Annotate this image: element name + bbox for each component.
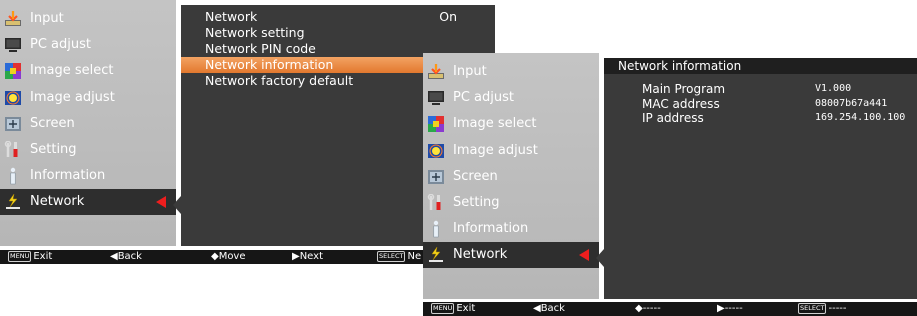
setting-icon bbox=[427, 193, 445, 212]
menu-item-label: Information bbox=[30, 168, 106, 184]
menu-item-label: PC adjust bbox=[453, 90, 514, 106]
menu-item-label: Network bbox=[30, 194, 85, 210]
menu-item-pc-adjust[interactable]: PC adjust bbox=[0, 32, 176, 58]
network-icon bbox=[427, 246, 445, 264]
menu-key-icon: MENU bbox=[431, 303, 455, 314]
info-label: IP address bbox=[642, 111, 704, 125]
status-bar-back: MENU Exit ◀Back ◆Move ▶Next SELECT Ne bbox=[0, 250, 495, 264]
select-key-icon: SELECT bbox=[377, 251, 406, 262]
menu-item-image-select[interactable]: Image select bbox=[0, 58, 176, 84]
menu-item-input[interactable]: Input bbox=[0, 6, 176, 32]
image-select-icon bbox=[4, 62, 22, 80]
move-hint: ◆----- bbox=[635, 303, 661, 314]
status-bar-front: MENU Exit ◀Back ◆----- ▶----- SELECT ----- bbox=[423, 302, 917, 316]
input-icon bbox=[4, 10, 22, 28]
back-hint: ◀Back bbox=[110, 251, 142, 262]
info-value: V1.000 bbox=[815, 83, 852, 94]
selection-arrow-icon bbox=[156, 196, 166, 209]
menu-item-label: Screen bbox=[30, 115, 75, 131]
input-icon bbox=[427, 63, 445, 81]
menu-item-screen[interactable]: Screen bbox=[423, 164, 599, 190]
menu-item-label: Input bbox=[453, 64, 487, 79]
network-information-panel: Network information Main Program V1.000 MA… bbox=[604, 58, 917, 299]
select-key-icon: SELECT bbox=[798, 303, 827, 314]
setting-icon bbox=[4, 140, 22, 159]
menu-item-setting[interactable]: Setting bbox=[0, 137, 176, 163]
submenu-item-label: Network factory default bbox=[205, 73, 354, 88]
menu-item-information[interactable]: Information bbox=[0, 163, 176, 189]
back-hint: ◀Back bbox=[533, 303, 565, 314]
exit-hint: MENU Exit bbox=[8, 251, 53, 262]
menu-item-network[interactable]: Network bbox=[423, 242, 599, 269]
select-hint: SELECT Ne bbox=[377, 251, 422, 262]
network-information-title: Network information bbox=[604, 58, 917, 74]
menu-item-label: Screen bbox=[453, 168, 498, 184]
menu-item-input[interactable]: Input bbox=[423, 59, 599, 85]
menu-item-setting[interactable]: Setting bbox=[423, 190, 599, 216]
menu-item-label: PC adjust bbox=[30, 37, 91, 53]
image-select-icon bbox=[427, 115, 445, 133]
menu-item-label: Input bbox=[30, 11, 64, 26]
menu-item-label: Image select bbox=[453, 116, 537, 132]
info-row-main-program: Main Program V1.000 bbox=[642, 82, 905, 96]
submenu-item-label: Network PIN code bbox=[205, 41, 316, 56]
info-label: Main Program bbox=[642, 82, 726, 96]
select-hint: SELECT ----- bbox=[798, 303, 847, 314]
submenu-item-label: Network information bbox=[205, 57, 334, 72]
submenu-item-label: Network bbox=[205, 9, 258, 24]
screen-icon bbox=[4, 115, 22, 133]
menu-key-icon: MENU bbox=[8, 251, 32, 262]
menu-item-image-adjust[interactable]: Image adjust bbox=[423, 138, 599, 164]
menu-item-label: Setting bbox=[453, 195, 500, 210]
menu-item-network[interactable]: Network bbox=[0, 189, 176, 216]
menu-item-label: Image adjust bbox=[30, 89, 115, 105]
image-adjust-icon bbox=[4, 89, 22, 107]
pc-adjust-icon bbox=[4, 36, 22, 54]
submenu-item-label: Network setting bbox=[205, 25, 305, 40]
info-row-mac-address: MAC address 08007b67a441 bbox=[642, 97, 905, 111]
selection-arrow-icon bbox=[579, 249, 589, 262]
menu-item-label: Image adjust bbox=[453, 142, 538, 158]
menu-item-label: Image select bbox=[30, 63, 114, 79]
menu-item-information[interactable]: Information bbox=[423, 216, 599, 242]
next-hint: ▶Next bbox=[292, 251, 323, 262]
menu-item-image-adjust[interactable]: Image adjust bbox=[0, 85, 176, 111]
main-menu-panel-front: Input PC adjust Image select Image adjust Sc… bbox=[423, 53, 599, 299]
menu-item-label: Network bbox=[453, 247, 508, 263]
submenu-item-network-setting[interactable]: Network setting bbox=[181, 25, 495, 41]
selection-notch-front bbox=[596, 249, 604, 267]
info-label: MAC address bbox=[642, 96, 720, 111]
submenu-item-value: On bbox=[439, 9, 457, 24]
info-value: 08007b67a441 bbox=[815, 97, 888, 109]
info-value: 169.254.100.100 bbox=[815, 112, 906, 123]
menu-item-pc-adjust[interactable]: PC adjust bbox=[423, 85, 599, 111]
information-icon bbox=[427, 220, 445, 238]
menu-item-image-select[interactable]: Image select bbox=[423, 111, 599, 137]
pc-adjust-icon bbox=[427, 89, 445, 107]
menu-item-label: Information bbox=[453, 221, 529, 237]
submenu-item-network[interactable]: Network On bbox=[181, 9, 495, 25]
network-icon bbox=[4, 193, 22, 211]
next-hint: ▶----- bbox=[717, 303, 743, 314]
exit-hint: MENU Exit bbox=[431, 303, 476, 314]
info-row-ip-address: IP address 169.254.100.100 bbox=[642, 111, 905, 125]
menu-item-screen[interactable]: Screen bbox=[0, 111, 176, 137]
main-menu-panel-back: Input PC adjust Image select Image adjust Sc… bbox=[0, 0, 176, 246]
image-adjust-icon bbox=[427, 142, 445, 160]
information-icon bbox=[4, 167, 22, 185]
menu-item-label: Setting bbox=[30, 142, 77, 157]
selection-notch bbox=[173, 196, 181, 214]
screen-icon bbox=[427, 168, 445, 186]
move-hint: ◆Move bbox=[211, 251, 246, 262]
